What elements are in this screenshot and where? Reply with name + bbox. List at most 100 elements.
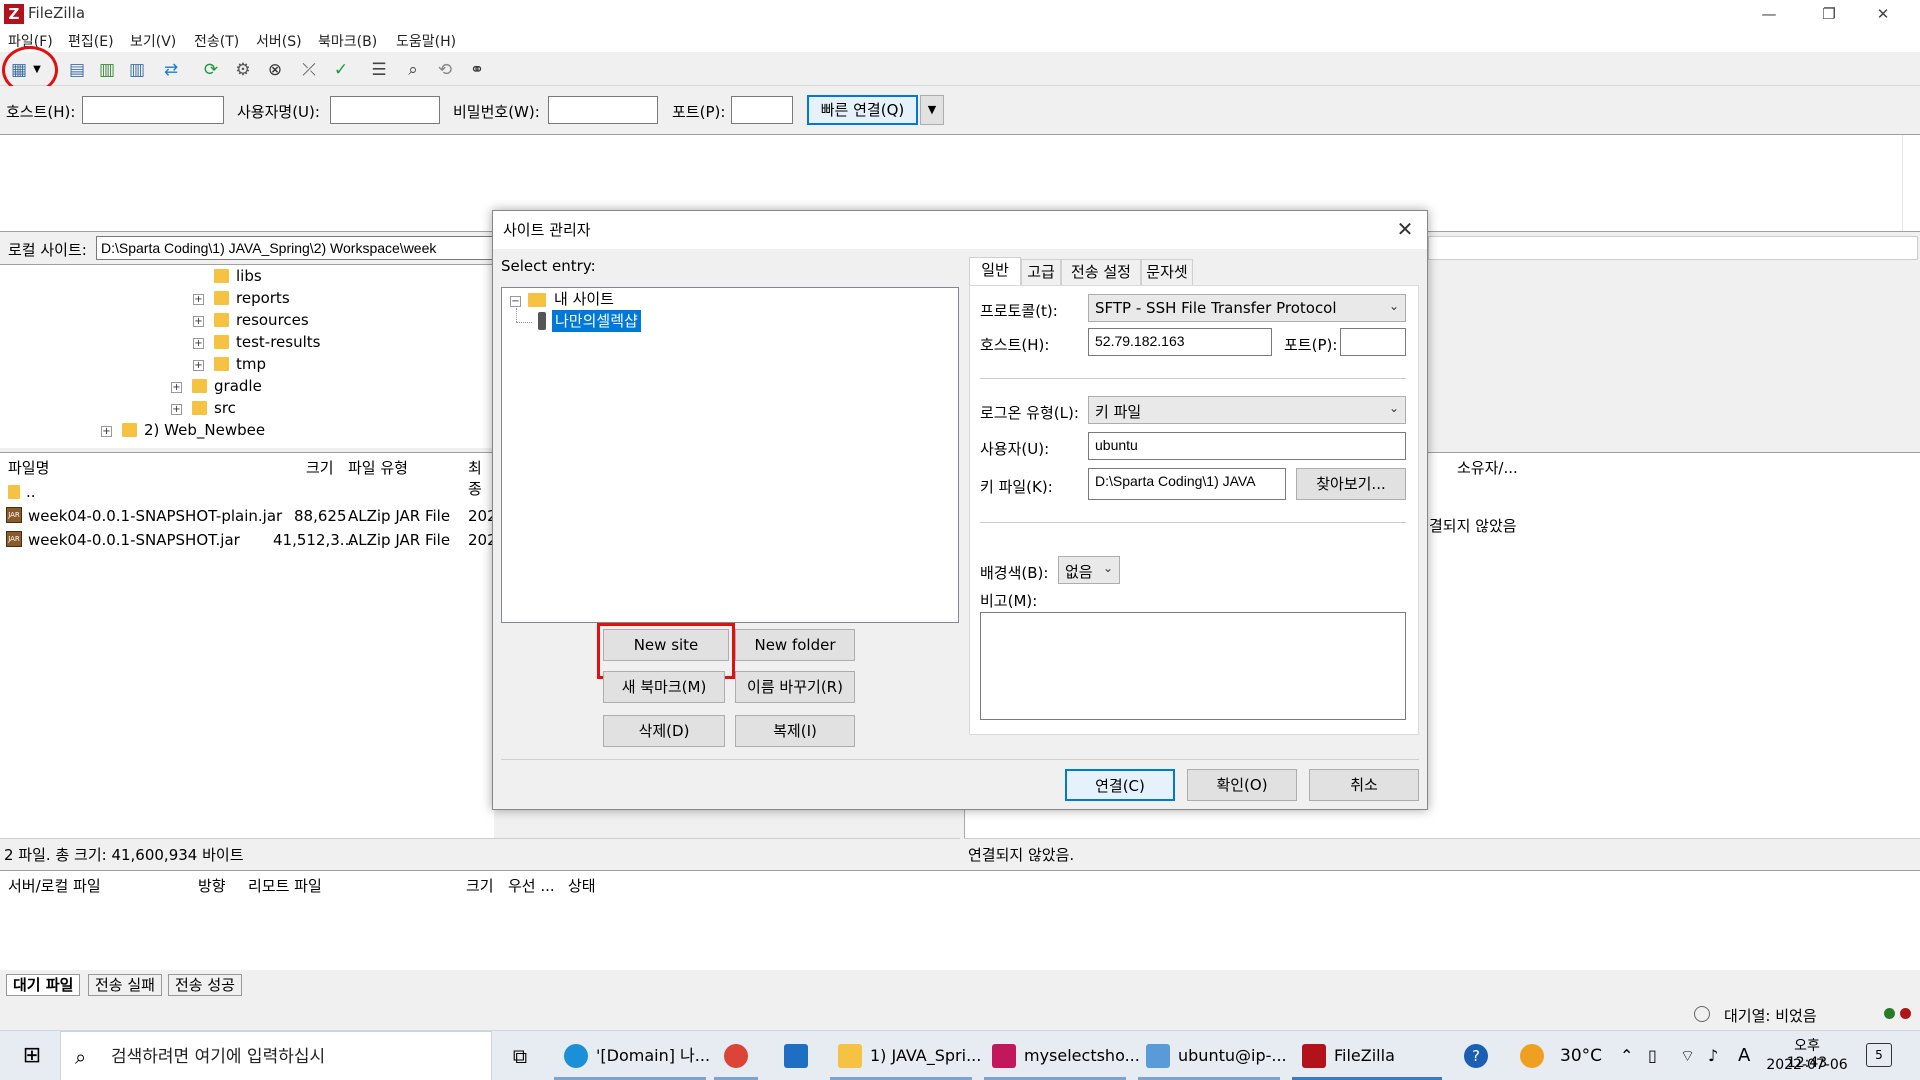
task-view-icon[interactable]: ⧉: [506, 1031, 534, 1080]
cancel-button[interactable]: 취소: [1309, 769, 1419, 801]
queue-col-size[interactable]: 크기: [466, 875, 494, 896]
new-site-button[interactable]: New site: [603, 629, 729, 661]
expand-icon[interactable]: +: [171, 404, 182, 415]
expand-icon[interactable]: +: [193, 316, 204, 327]
volume-icon[interactable]: ♪: [1708, 1031, 1718, 1080]
taskbar-app-terminal[interactable]: ubuntu@ip-...: [1178, 1031, 1287, 1080]
dir-comparison-icon[interactable]: ⟲: [432, 57, 458, 83]
menu-edit[interactable]: 편집(E): [68, 31, 114, 51]
menu-server[interactable]: 서버(S): [256, 31, 302, 51]
process-queue-icon[interactable]: ⚙: [230, 57, 256, 83]
tree-item[interactable]: libs: [236, 265, 262, 287]
protocol-select[interactable]: SFTP - SSH File Transfer Protocol ⌄: [1088, 294, 1406, 322]
tree-root-my-sites[interactable]: 내 사이트: [554, 288, 614, 310]
ok-button[interactable]: 확인(O): [1187, 769, 1297, 801]
port-input[interactable]: [1340, 328, 1406, 356]
qc-pass-input[interactable]: [548, 96, 658, 124]
expand-icon[interactable]: +: [193, 294, 204, 305]
col-filetype[interactable]: 파일 유형: [348, 457, 408, 478]
browse-button[interactable]: 찾아보기...: [1296, 468, 1406, 500]
tree-item[interactable]: src: [214, 397, 236, 419]
qc-host-input[interactable]: [82, 96, 224, 124]
queue-col-remote[interactable]: 리모트 파일: [248, 875, 322, 896]
file-name[interactable]: week04-0.0.1-SNAPSHOT.jar: [28, 531, 240, 549]
quickconnect-dropdown-icon[interactable]: ▼: [920, 95, 944, 125]
taskbar-app-intellij[interactable]: myselectsho...: [1024, 1031, 1140, 1080]
tree-item[interactable]: 2) Web_Newbee: [144, 419, 265, 441]
search-remote-icon[interactable]: ⚭: [464, 57, 490, 83]
col-owner[interactable]: 소유자/...: [1457, 457, 1518, 478]
tree-item[interactable]: test-results: [236, 331, 320, 353]
minimize-button[interactable]: —: [1746, 2, 1792, 26]
new-bookmark-button[interactable]: 새 북마크(M): [603, 671, 725, 703]
close-icon[interactable]: ✕: [1393, 216, 1417, 242]
duplicate-button[interactable]: 복제(I): [735, 715, 855, 747]
toggle-sync-browsing-icon[interactable]: ⌕: [400, 57, 426, 83]
delete-button[interactable]: 삭제(D): [603, 715, 725, 747]
toggle-local-tree-icon[interactable]: ▥: [94, 57, 120, 83]
ime-indicator[interactable]: A: [1738, 1031, 1750, 1080]
toggle-queue-icon[interactable]: ⇄: [158, 57, 184, 83]
host-input[interactable]: 52.79.182.163: [1088, 328, 1272, 356]
tab-transfer-settings[interactable]: 전송 설정: [1061, 259, 1141, 285]
connect-button[interactable]: 연결(C): [1065, 769, 1175, 801]
tab-advanced[interactable]: 고급: [1021, 259, 1061, 285]
queue-col-file[interactable]: 서버/로컬 파일: [8, 875, 101, 896]
user-input[interactable]: ubuntu: [1088, 432, 1406, 460]
col-size[interactable]: 크기: [306, 457, 334, 478]
close-button[interactable]: ✕: [1860, 2, 1906, 26]
toggle-remote-tree-icon[interactable]: ▥: [124, 57, 150, 83]
disconnect-icon[interactable]: ⤫: [296, 57, 322, 83]
tab-queued-files[interactable]: 대기 파일: [6, 974, 81, 996]
logon-type-select[interactable]: 키 파일 ⌄: [1088, 396, 1406, 424]
collapse-icon[interactable]: −: [510, 296, 521, 307]
quickconnect-button[interactable]: 빠른 연결(Q): [807, 95, 918, 125]
windows-start-icon[interactable]: ⊞: [18, 1031, 46, 1080]
tab-failed-transfers[interactable]: 전송 실패: [88, 974, 162, 996]
file-row-parent[interactable]: ..: [26, 483, 36, 501]
intellij-icon[interactable]: [992, 1044, 1016, 1068]
tree-item[interactable]: resources: [236, 309, 309, 331]
tree-item[interactable]: gradle: [214, 375, 262, 397]
wifi-icon[interactable]: ⌔: [1680, 1031, 1695, 1080]
edge-icon[interactable]: [564, 1044, 588, 1068]
rename-button[interactable]: 이름 바꾸기(R): [735, 671, 855, 703]
toggle-log-icon[interactable]: ▤: [64, 57, 90, 83]
filezilla-icon[interactable]: [1302, 1044, 1326, 1068]
taskbar-app-explorer[interactable]: 1) JAVA_Spri...: [870, 1031, 981, 1080]
expand-icon[interactable]: +: [193, 360, 204, 371]
tab-successful-transfers[interactable]: 전송 성공: [168, 974, 242, 996]
menu-transfer[interactable]: 전송(T): [194, 31, 239, 51]
chrome-icon[interactable]: [724, 1044, 748, 1068]
qc-user-input[interactable]: [330, 96, 440, 124]
taskbar-search-box[interactable]: ⌕ 검색하려면 여기에 입력하십시: [60, 1031, 492, 1080]
bgcolor-select[interactable]: 없음 ⌄: [1058, 556, 1120, 584]
tab-general[interactable]: 일반: [969, 257, 1021, 287]
clock-date[interactable]: 2022-07-06: [1766, 1057, 1848, 1073]
remote-path-input[interactable]: [1428, 236, 1918, 260]
queue-col-priority[interactable]: 우선 ...: [508, 875, 555, 896]
tree-site-item[interactable]: 나만의셀렉샵: [552, 310, 641, 332]
comment-textarea[interactable]: [980, 612, 1406, 720]
folder-icon[interactable]: [838, 1044, 862, 1068]
new-folder-button[interactable]: New folder: [735, 629, 855, 661]
col-filename[interactable]: 파일명: [8, 457, 49, 478]
directory-filter-icon[interactable]: ☰: [366, 57, 392, 83]
refresh-icon[interactable]: ⟳: [198, 57, 224, 83]
qc-port-input[interactable]: [731, 96, 793, 124]
temperature[interactable]: 30°C: [1560, 1031, 1602, 1080]
message-log-scrollbar[interactable]: [1902, 135, 1920, 231]
help-icon[interactable]: ?: [1464, 1044, 1488, 1068]
tray-overflow-icon[interactable]: ⌃: [1620, 1031, 1633, 1080]
restore-button[interactable]: ❐: [1806, 2, 1852, 26]
tree-item[interactable]: reports: [236, 287, 290, 309]
file-name[interactable]: week04-0.0.1-SNAPSHOT-plain.jar: [28, 507, 282, 525]
menu-help[interactable]: 도움말(H): [396, 31, 456, 51]
col-modified[interactable]: 최종: [468, 457, 494, 499]
expand-icon[interactable]: +: [101, 426, 112, 437]
keyfile-input[interactable]: D:\Sparta Coding\1) JAVA: [1088, 468, 1286, 500]
tree-item[interactable]: tmp: [236, 353, 266, 375]
queue-col-direction[interactable]: 방향: [198, 875, 226, 896]
expand-icon[interactable]: +: [171, 382, 182, 393]
expand-icon[interactable]: +: [193, 338, 204, 349]
